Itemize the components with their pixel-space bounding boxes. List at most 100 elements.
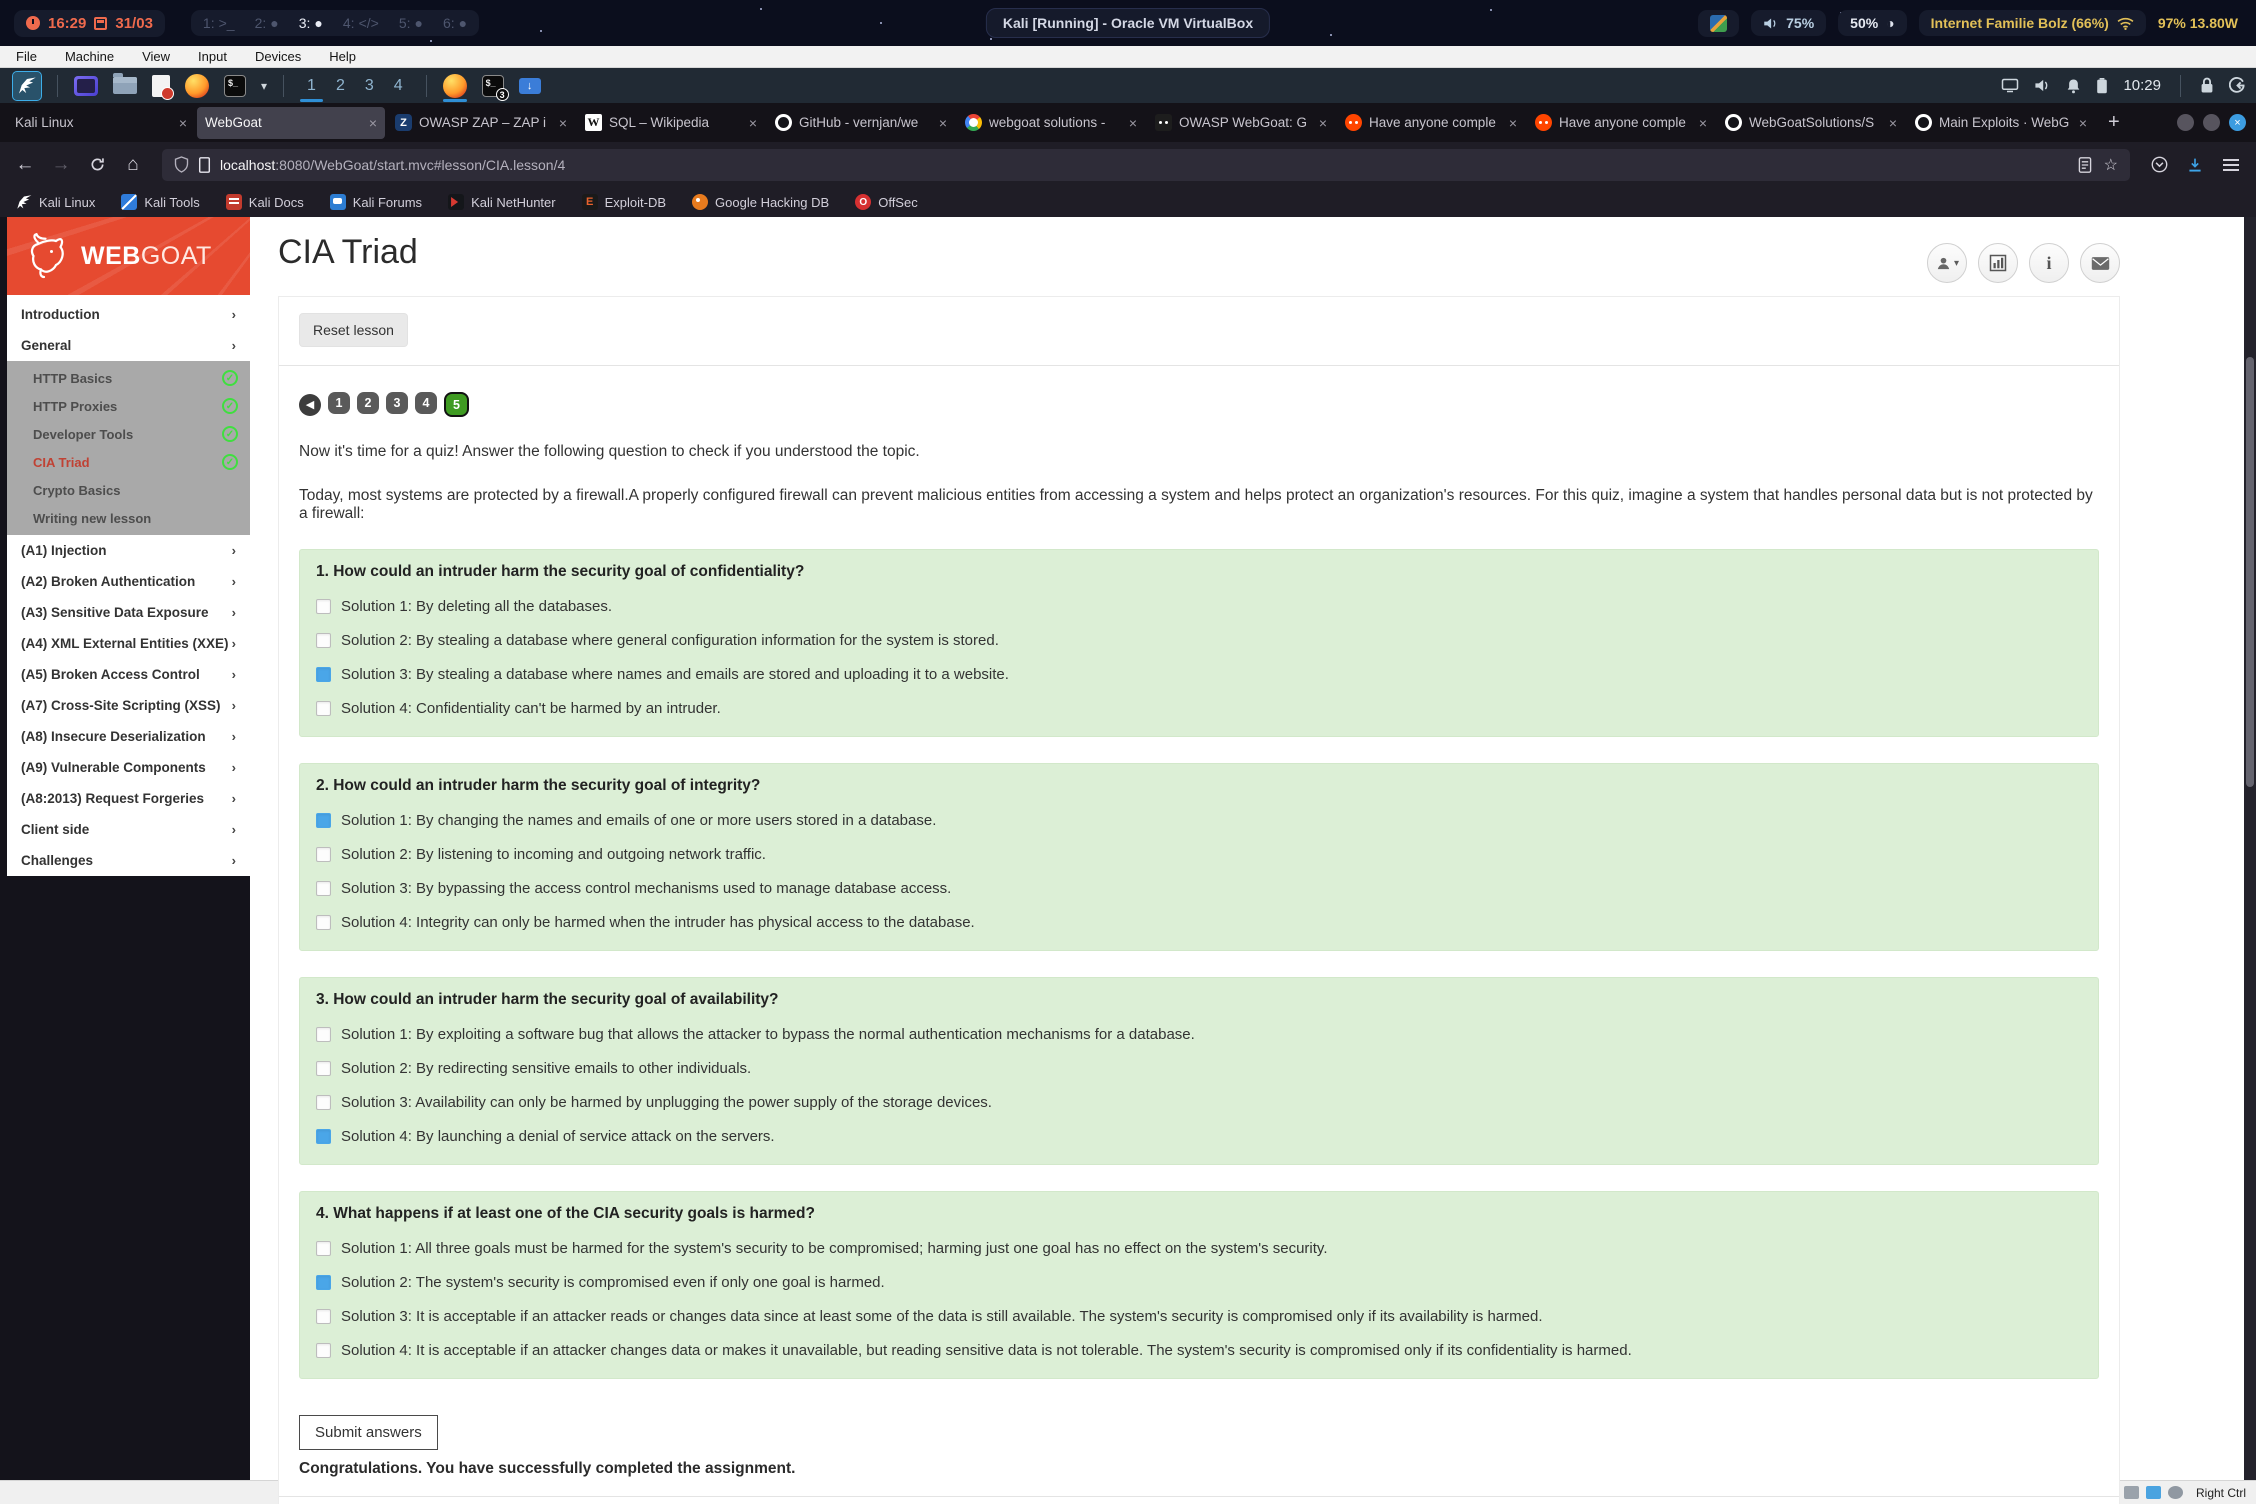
quiz-option[interactable]: Solution 2: By redirecting sensitive ema…	[316, 1060, 2082, 1077]
terminal-emulator-launcher[interactable]: $_	[221, 68, 249, 103]
quiz-option[interactable]: Solution 1: By deleting all the database…	[316, 598, 2082, 615]
tab-close-icon[interactable]: ×	[1319, 115, 1327, 131]
running-firefox-window[interactable]	[440, 68, 470, 103]
tab-close-icon[interactable]: ×	[1889, 115, 1897, 131]
address-bar[interactable]: localhost:8080/WebGoat/start.mvc#lesson/…	[162, 149, 2130, 181]
tab-close-icon[interactable]: ×	[1699, 115, 1707, 131]
tab-close-icon[interactable]: ×	[939, 115, 947, 131]
battery-indicator[interactable]: 97% 13.80W	[2158, 15, 2242, 31]
url-text[interactable]: localhost:8080/WebGoat/start.mvc#lesson/…	[220, 157, 2069, 173]
firefox-launcher[interactable]	[182, 68, 212, 103]
quiz-option[interactable]: Solution 3: Availability can only be har…	[316, 1094, 2082, 1111]
workspace-button[interactable]: 2	[326, 68, 355, 103]
checkbox[interactable]	[316, 667, 331, 682]
sidebar-lesson-item[interactable]: CIA Triad✓	[7, 448, 250, 476]
checkbox[interactable]	[316, 1129, 331, 1144]
quiz-option[interactable]: Solution 1: By exploiting a software bug…	[316, 1026, 2082, 1043]
taskbar-clock[interactable]: 10:29	[2123, 77, 2161, 94]
window-close-button[interactable]: ×	[2229, 114, 2246, 131]
display-icon[interactable]	[2001, 78, 2019, 93]
checkbox[interactable]	[316, 1309, 331, 1324]
bookmark-item[interactable]: Kali Forums	[330, 194, 422, 210]
sidebar-category[interactable]: (A8) Insecure Deserialization›	[7, 721, 250, 752]
sidebar-lesson-item[interactable]: HTTP Basics✓	[7, 364, 250, 392]
bookmark-item[interactable]: Exploit-DB	[582, 194, 666, 210]
workspace-button[interactable]: 4	[384, 68, 413, 103]
sidebar-lesson-item[interactable]: Developer Tools✓	[7, 420, 250, 448]
browser-tab[interactable]: OWASP WebGoat: G ×	[1147, 107, 1335, 139]
sidebar-category[interactable]: (A3) Sensitive Data Exposure›	[7, 597, 250, 628]
menubar-item[interactable]: Machine	[65, 49, 114, 64]
page-button[interactable]: 1	[328, 392, 350, 414]
volume-indicator[interactable]: 75%	[1751, 10, 1826, 36]
quiz-option[interactable]: Solution 2: By listening to incoming and…	[316, 846, 2082, 863]
panel-clock[interactable]: 16:29 31/03	[14, 10, 165, 37]
hamburger-menu-icon[interactable]	[2216, 150, 2246, 180]
browser-tab[interactable]: WebGoatSolutions/S ×	[1717, 107, 1905, 139]
quiz-option[interactable]: Solution 1: By changing the names and em…	[316, 812, 2082, 829]
workspace-button[interactable]: 3	[355, 68, 384, 103]
bookmark-item[interactable]: Kali Tools	[121, 194, 199, 210]
sidebar-category[interactable]: General›	[7, 330, 250, 361]
terminal-launcher[interactable]	[71, 68, 101, 103]
window-minimize-button[interactable]	[2177, 114, 2194, 131]
sidebar-lesson-item[interactable]: HTTP Proxies✓	[7, 392, 250, 420]
browser-tab[interactable]: GitHub - vernjan/we ×	[767, 107, 955, 139]
window-maximize-button[interactable]	[2203, 114, 2220, 131]
scrollbar-thumb[interactable]	[2246, 357, 2254, 787]
tab-close-icon[interactable]: ×	[179, 115, 187, 131]
quiz-option[interactable]: Solution 2: By stealing a database where…	[316, 632, 2082, 649]
page-button[interactable]: 4	[415, 392, 437, 414]
pocket-icon[interactable]	[2144, 150, 2174, 180]
contact-button[interactable]	[2080, 243, 2120, 283]
bookmark-item[interactable]: Google Hacking DB	[692, 194, 829, 210]
workspace-indicator[interactable]: 6:●	[443, 15, 467, 31]
tab-close-icon[interactable]: ×	[749, 115, 757, 131]
back-button[interactable]: ←	[10, 150, 40, 180]
menubar-item[interactable]: Help	[329, 49, 356, 64]
quiz-option[interactable]: Solution 4: Integrity can only be harmed…	[316, 914, 2082, 931]
user-menu-button[interactable]: ▾	[1927, 243, 1967, 283]
kali-menu-button[interactable]	[10, 68, 44, 103]
downloads-icon[interactable]	[2180, 150, 2210, 180]
workspace-indicator[interactable]: 1:>_	[203, 15, 235, 31]
shield-icon[interactable]	[174, 156, 189, 173]
menubar-item[interactable]: Input	[198, 49, 227, 64]
quiz-option[interactable]: Solution 3: By bypassing the access cont…	[316, 880, 2082, 897]
menubar-item[interactable]: File	[16, 49, 37, 64]
checkbox[interactable]	[316, 633, 331, 648]
workspace-indicator[interactable]: 5:●	[399, 15, 423, 31]
checkbox[interactable]	[316, 701, 331, 716]
checkbox[interactable]	[316, 1095, 331, 1110]
tab-close-icon[interactable]: ×	[559, 115, 567, 131]
tab-close-icon[interactable]: ×	[1129, 115, 1137, 131]
sidebar-lesson-item[interactable]: Crypto Basics✓	[7, 476, 250, 504]
checkbox[interactable]	[316, 1343, 331, 1358]
network-indicator[interactable]: Internet Familie Bolz (66%)	[1919, 10, 2146, 36]
quiz-option[interactable]: Solution 3: By stealing a database where…	[316, 666, 2082, 683]
sidebar-category[interactable]: (A1) Injection›	[7, 535, 250, 566]
checkbox[interactable]	[316, 847, 331, 862]
lock-icon[interactable]	[2200, 77, 2214, 94]
quiz-option[interactable]: Solution 4: Confidentiality can't be har…	[316, 700, 2082, 717]
vbox-tray-item[interactable]	[1698, 10, 1739, 37]
submit-answers-button[interactable]: Submit answers	[299, 1415, 438, 1450]
bookmark-item[interactable]: OffSec	[855, 194, 918, 210]
launcher-dropdown[interactable]: ▾	[258, 68, 270, 103]
checkbox[interactable]	[316, 599, 331, 614]
tab-close-icon[interactable]: ×	[2079, 115, 2087, 131]
browser-tab[interactable]: WebGoat ×	[197, 107, 385, 139]
cpu-indicator[interactable]: 50% ◑	[1838, 10, 1907, 36]
page-button[interactable]: 3	[386, 392, 408, 414]
workspace-indicator[interactable]: 3:●	[299, 15, 323, 31]
bookmark-item[interactable]: Kali NetHunter	[448, 194, 556, 210]
sidebar-category[interactable]: Challenges›	[7, 845, 250, 876]
checkbox[interactable]	[316, 881, 331, 896]
session-logout-icon[interactable]	[2229, 77, 2246, 94]
checkbox[interactable]	[316, 1241, 331, 1256]
tab-close-icon[interactable]: ×	[1509, 115, 1517, 131]
browser-tab[interactable]: webgoat solutions - ×	[957, 107, 1145, 139]
bookmark-item[interactable]: Kali Docs	[226, 194, 304, 210]
sidebar-category[interactable]: (A4) XML External Entities (XXE)›	[7, 628, 250, 659]
tab-close-icon[interactable]: ×	[369, 115, 377, 131]
